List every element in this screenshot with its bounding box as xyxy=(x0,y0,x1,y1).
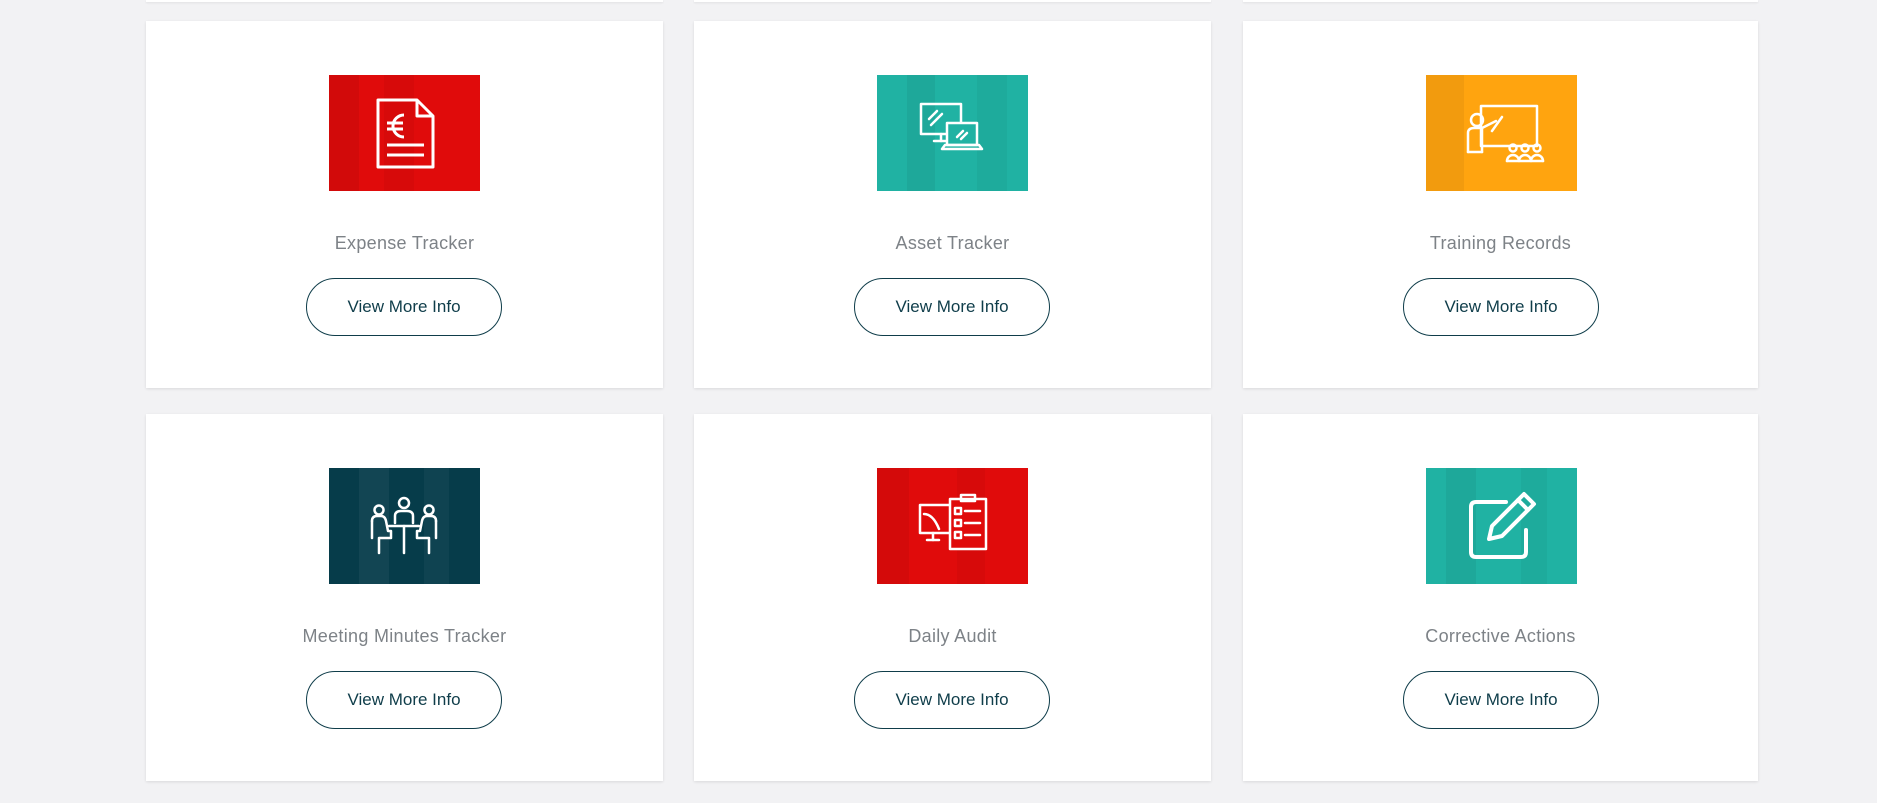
card-asset-tracker: Asset Tracker View More Info xyxy=(694,21,1211,388)
view-more-info-button[interactable]: View More Info xyxy=(854,671,1050,729)
corrective-actions-tile xyxy=(1426,468,1577,584)
card-title: Training Records xyxy=(1429,233,1572,253)
training-records-tile xyxy=(1426,75,1577,191)
meeting-icon xyxy=(370,496,438,555)
meeting-minutes-tile xyxy=(329,468,480,584)
card-title: Meeting Minutes Tracker xyxy=(302,626,507,646)
view-more-info-button[interactable]: View More Info xyxy=(1403,671,1599,729)
previous-card-edge xyxy=(1243,0,1758,2)
view-more-info-button[interactable]: View More Info xyxy=(854,278,1050,336)
card-title: Expense Tracker xyxy=(334,233,475,253)
card-meeting-minutes-tracker: Meeting Minutes Tracker View More Info xyxy=(146,414,663,781)
card-training-records: Training Records View More Info xyxy=(1243,21,1758,388)
daily-audit-tile xyxy=(877,468,1028,584)
previous-card-edge xyxy=(694,0,1211,2)
previous-card-edge xyxy=(146,0,663,2)
card-expense-tracker: Expense Tracker View More Info xyxy=(146,21,663,388)
view-more-info-button[interactable]: View More Info xyxy=(306,278,502,336)
card-title: Daily Audit xyxy=(908,626,997,646)
euro-document-icon xyxy=(376,98,435,169)
presentation-icon xyxy=(1466,104,1545,163)
asset-tracker-tile xyxy=(877,75,1028,191)
view-more-info-button[interactable]: View More Info xyxy=(1403,278,1599,336)
edit-pencil-icon xyxy=(1469,492,1536,559)
view-more-info-button[interactable]: View More Info xyxy=(306,671,502,729)
card-corrective-actions: Corrective Actions View More Info xyxy=(1243,414,1758,781)
card-title: Corrective Actions xyxy=(1425,626,1576,646)
card-daily-audit: Daily Audit View More Info xyxy=(694,414,1211,781)
card-title: Asset Tracker xyxy=(895,233,1010,253)
expense-tracker-tile xyxy=(329,75,480,191)
audit-checklist-icon xyxy=(918,493,988,551)
computer-devices-icon xyxy=(919,102,984,151)
